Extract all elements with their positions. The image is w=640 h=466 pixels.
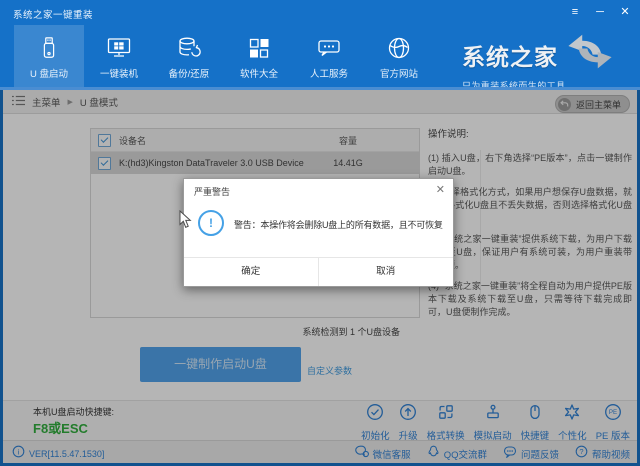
dialog-close-icon[interactable]: ✕ (436, 183, 445, 196)
monitor-windows-icon (106, 33, 132, 63)
nav-tab-website[interactable]: 官方网站 (364, 25, 434, 87)
brand-double-arrow-icon (564, 33, 616, 76)
globe-icon (386, 33, 412, 63)
nav-tab-label: 一键装机 (100, 66, 138, 80)
usb-drive-icon (37, 33, 61, 63)
software-grid-icon (246, 33, 272, 63)
window-controls: ≡ ─ ✕ (568, 4, 632, 20)
brand-logo: 系统之家 只为重装系统而生的工具 (462, 33, 632, 92)
app-title: 系统之家一键重装 (13, 7, 93, 21)
app-window: 系统之家一键重装 ≡ ─ ✕ U 盘启动 一键装机 备份/还原 (0, 0, 640, 466)
nav-tab-usb-boot[interactable]: U 盘启动 (14, 25, 84, 87)
chat-service-icon (316, 33, 342, 63)
nav-tab-backup-restore[interactable]: 备份/还原 (154, 25, 224, 87)
cancel-button[interactable]: 取消 (319, 258, 454, 286)
dialog-title: 严重警告 (194, 185, 230, 198)
nav-tab-label: 软件大全 (240, 66, 278, 80)
nav-tab-label: U 盘启动 (30, 66, 68, 80)
nav-tabs: U 盘启动 一键装机 备份/还原 软件大全 人工服务 (14, 25, 434, 87)
brand-logo-text: 系统之家 (462, 38, 558, 72)
mouse-cursor (179, 210, 192, 234)
warning-dialog: 严重警告 ✕ ! 警告：本操作将会删除U盘上的所有数据，且不可恢复 确定 取消 (183, 178, 454, 287)
nav-tab-software[interactable]: 软件大全 (224, 25, 294, 87)
backup-restore-icon (176, 33, 202, 63)
nav-tab-label: 备份/还原 (169, 66, 210, 80)
nav-tab-label: 官方网站 (380, 66, 418, 80)
dialog-footer: 确定 取消 (184, 257, 453, 286)
nav-tab-service[interactable]: 人工服务 (294, 25, 364, 87)
minimize-icon[interactable]: ─ (593, 4, 607, 20)
nav-tab-one-key-install[interactable]: 一键装机 (84, 25, 154, 87)
menu-icon[interactable]: ≡ (568, 4, 582, 20)
title-bar: 系统之家一键重装 ≡ ─ ✕ (0, 0, 640, 25)
confirm-button[interactable]: 确定 (184, 258, 319, 286)
dialog-message: 警告：本操作将会删除U盘上的所有数据，且不可恢复 (234, 218, 443, 231)
warning-info-icon: ! (198, 210, 224, 236)
close-icon[interactable]: ✕ (618, 4, 632, 20)
nav-tab-label: 人工服务 (310, 66, 348, 80)
